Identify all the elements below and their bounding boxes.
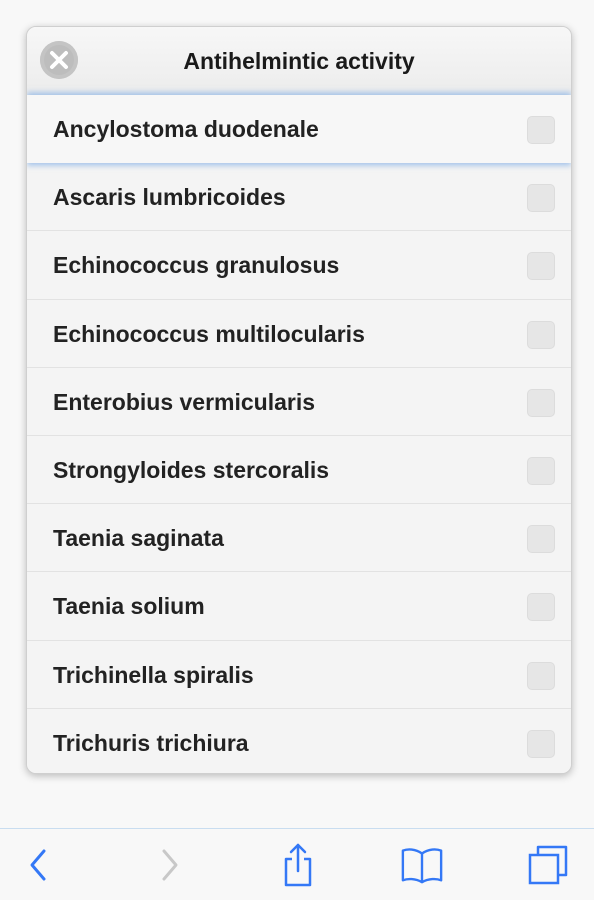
checkbox[interactable]	[527, 456, 555, 485]
bookmarks-button[interactable]	[400, 843, 444, 887]
list-item-label: Ancylostoma duodenale	[53, 116, 319, 142]
checkbox[interactable]	[527, 729, 555, 758]
list-item[interactable]: Taenia solium	[27, 572, 571, 641]
back-button[interactable]	[16, 843, 60, 887]
list-item-label: Trichinella spiralis	[53, 661, 254, 688]
list-item-label: Taenia saginata	[53, 525, 224, 552]
tabs-icon	[528, 845, 568, 885]
list-item-label: Enterobius vermicularis	[53, 388, 316, 415]
checkbox[interactable]	[527, 116, 555, 144]
list-item[interactable]: Enterobius vermicularis	[27, 367, 571, 436]
checkbox[interactable]	[527, 593, 555, 622]
checkbox[interactable]	[527, 525, 555, 554]
browser-toolbar	[0, 828, 594, 900]
share-icon	[284, 843, 312, 887]
dialog-title: Antihelmintic activity	[183, 48, 415, 74]
share-button[interactable]	[276, 843, 320, 887]
checkbox[interactable]	[527, 184, 555, 213]
close-icon	[40, 41, 78, 79]
list-item[interactable]: Echinococcus multilocularis	[27, 299, 571, 368]
forward-icon	[162, 849, 178, 881]
checkbox[interactable]	[527, 320, 555, 349]
list-item-label: Taenia solium	[53, 593, 205, 620]
option-list: Ancylostoma duodenale Ascaris lumbricoid…	[27, 95, 571, 773]
list-item[interactable]: Ascaris lumbricoides	[27, 163, 571, 232]
list-item-label: Echinococcus multilocularis	[53, 320, 365, 347]
back-icon	[30, 849, 46, 881]
list-item-label: Echinococcus granulosus	[53, 252, 340, 279]
close-button[interactable]	[40, 41, 78, 79]
list-item-label: Strongyloides stercoralis	[53, 456, 330, 483]
picker-dialog: Antihelmintic activity Ancylostoma duode…	[26, 26, 572, 774]
dialog-header: Antihelmintic activity	[27, 27, 571, 95]
list-item[interactable]: Ancylostoma duodenale	[27, 95, 571, 164]
bookmarks-icon	[401, 848, 443, 884]
checkbox[interactable]	[527, 661, 555, 690]
list-item[interactable]: Echinococcus granulosus	[27, 231, 571, 300]
list-item-label: Trichuris trichiura	[53, 729, 249, 756]
list-item[interactable]: Strongyloides stercoralis	[27, 435, 571, 505]
checkbox[interactable]	[527, 388, 555, 417]
checkbox[interactable]	[527, 252, 555, 281]
list-item[interactable]: Trichuris trichiura	[27, 708, 571, 773]
list-item[interactable]: Taenia saginata	[27, 504, 571, 573]
tabs-button[interactable]	[526, 843, 570, 887]
forward-button[interactable]	[148, 843, 192, 887]
list-item[interactable]: Trichinella spiralis	[27, 640, 571, 709]
list-item-label: Ascaris lumbricoides	[53, 184, 286, 211]
